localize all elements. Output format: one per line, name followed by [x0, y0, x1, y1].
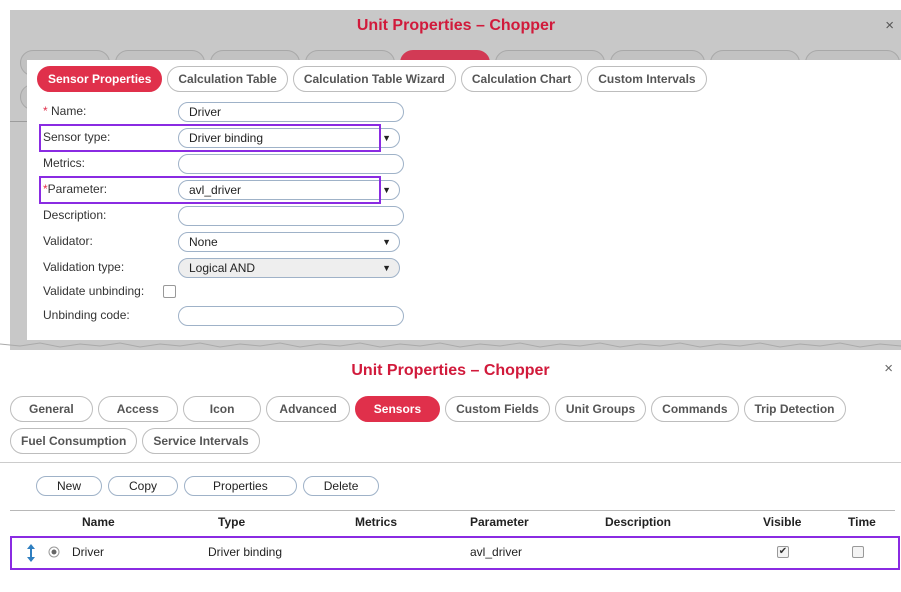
sensor-tabbar: Sensor Properties Calculation Table Calc… [37, 66, 707, 92]
column-header-visible[interactable]: Visible [763, 515, 801, 529]
validation-type-label: Validation type: [43, 260, 125, 274]
tab-trip-detection[interactable]: Trip Detection [743, 396, 846, 422]
required-mark: * [43, 104, 48, 118]
sensor-actions: New Copy Properties Delete [36, 476, 380, 496]
chevron-down-icon: ▼ [382, 237, 391, 247]
torn-edge-divider [0, 342, 901, 348]
tab-sensors[interactable]: Sensors [354, 396, 441, 422]
validate-unbinding-label: Validate unbinding: [43, 284, 145, 298]
tab-fuel-consumption[interactable]: Fuel Consumption [10, 428, 138, 454]
tabbar-row-2: Fuel Consumption Service Intervals [10, 428, 260, 454]
divider [0, 462, 901, 463]
chevron-down-icon: ▼ [382, 185, 391, 195]
description-field[interactable] [178, 206, 404, 226]
column-header-description[interactable]: Description [605, 515, 671, 529]
sensors-dialog: Unit Properties – Chopper × General Acce… [0, 352, 901, 592]
chevron-down-icon: ▼ [382, 133, 391, 143]
tab-custom-intervals[interactable]: Custom Intervals [587, 66, 707, 92]
name-label-text: Name: [51, 104, 87, 118]
validator-row: Validator: None ▼ [43, 232, 403, 252]
unbinding-code-label: Unbinding code: [43, 308, 130, 322]
highlight-box [39, 176, 381, 204]
validation-type-value: Logical AND [189, 261, 256, 275]
table-header: Name Type Metrics Parameter Description … [10, 510, 895, 532]
description-label: Description: [43, 208, 107, 222]
column-header-parameter[interactable]: Parameter [470, 515, 529, 529]
validator-value: None [189, 235, 218, 249]
tab-service-intervals[interactable]: Service Intervals [142, 428, 260, 454]
tab-unit-groups[interactable]: Unit Groups [554, 396, 647, 422]
tab-calculation-table-wizard[interactable]: Calculation Table Wizard [292, 66, 456, 92]
sensor-properties-panel: Sensor Properties Calculation Table Calc… [27, 60, 901, 340]
table-row[interactable]: Driver Driver binding avl_driver ✔ [10, 536, 900, 570]
column-header-metrics[interactable]: Metrics [355, 515, 397, 529]
delete-button[interactable]: Delete [302, 476, 380, 496]
column-header-type[interactable]: Type [218, 515, 245, 529]
dialog-title: Unit Properties – Chopper [356, 17, 556, 34]
validation-type-select[interactable]: Logical AND ▼ [178, 258, 400, 278]
validation-type-row: Validation type: Logical AND ▼ [43, 258, 403, 278]
validator-select[interactable]: None ▼ [178, 232, 400, 252]
tab-calculation-table[interactable]: Calculation Table [167, 66, 288, 92]
metrics-field[interactable] [178, 154, 404, 174]
validator-label: Validator: [43, 234, 93, 248]
metrics-row: Metrics: [43, 154, 404, 174]
dialog-title: Unit Properties – Chopper [351, 362, 550, 379]
unbinding-code-row: Unbinding code: [43, 306, 404, 326]
description-row: Description: [43, 206, 404, 226]
copy-button[interactable]: Copy [108, 476, 179, 496]
validate-unbinding-row: Validate unbinding: [43, 282, 403, 302]
chevron-down-icon: ▼ [382, 263, 391, 273]
highlight-box [39, 124, 381, 152]
tab-calculation-chart[interactable]: Calculation Chart [460, 66, 583, 92]
name-label: * Name: [43, 104, 86, 118]
name-field[interactable]: Driver [178, 102, 404, 122]
tab-access[interactable]: Access [97, 396, 178, 422]
highlight-box [10, 536, 900, 570]
unbinding-code-field[interactable] [178, 306, 404, 326]
properties-button[interactable]: Properties [184, 476, 297, 496]
column-header-name[interactable]: Name [82, 515, 115, 529]
tab-icon[interactable]: Icon [182, 396, 262, 422]
tab-commands[interactable]: Commands [651, 396, 739, 422]
tab-general[interactable]: General [10, 396, 93, 422]
tab-advanced[interactable]: Advanced [266, 396, 350, 422]
close-icon[interactable]: × [885, 10, 894, 42]
tabbar-row-1: General Access Icon Advanced Sensors Cus… [10, 396, 846, 422]
new-button[interactable]: New [36, 476, 103, 496]
column-header-time[interactable]: Time [848, 515, 876, 529]
validate-unbinding-checkbox[interactable] [163, 285, 176, 298]
tab-custom-fields[interactable]: Custom Fields [445, 396, 550, 422]
close-icon[interactable]: × [884, 360, 893, 377]
metrics-label: Metrics: [43, 156, 85, 170]
tab-sensor-properties[interactable]: Sensor Properties [37, 66, 163, 92]
name-row: * Name: Driver [43, 102, 404, 122]
